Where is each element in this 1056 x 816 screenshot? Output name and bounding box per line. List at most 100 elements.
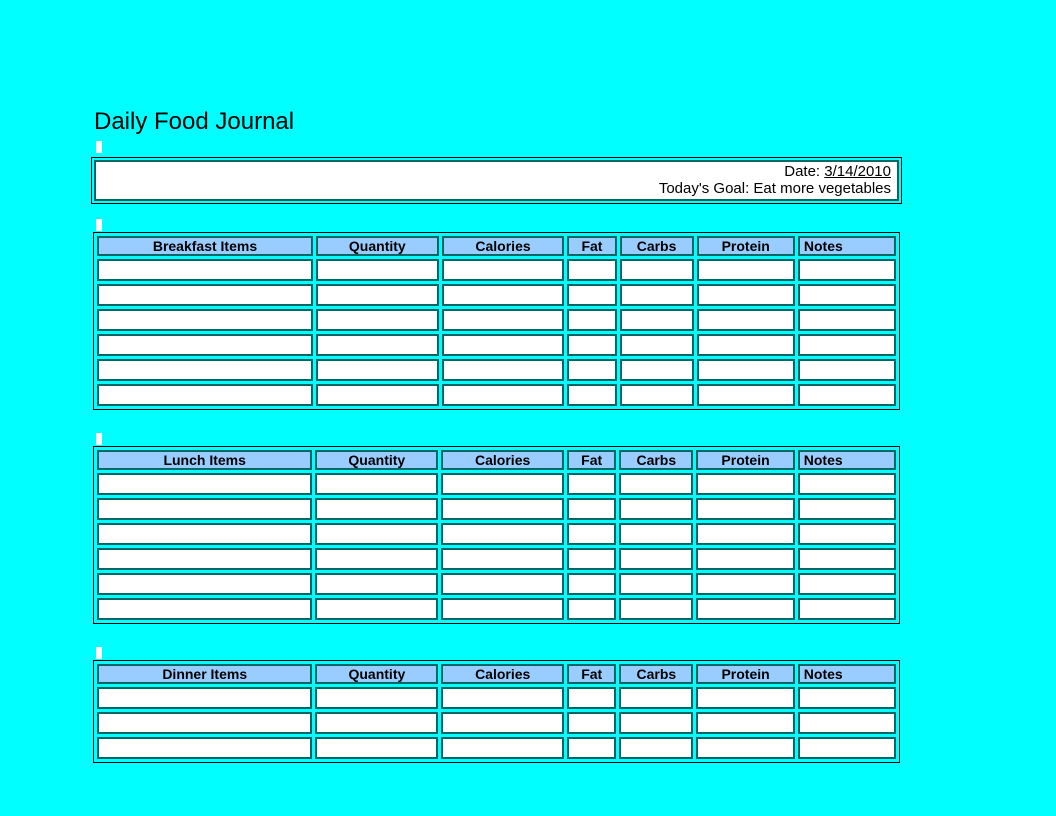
table-cell[interactable] (798, 384, 896, 406)
table-cell[interactable] (697, 259, 795, 281)
table-cell[interactable] (441, 523, 564, 545)
table-cell[interactable] (315, 737, 438, 759)
table-cell[interactable] (798, 473, 896, 495)
table-cell[interactable] (316, 284, 439, 306)
table-cell[interactable] (619, 712, 693, 734)
table-cell[interactable] (442, 284, 565, 306)
table-cell[interactable] (567, 737, 616, 759)
table-cell[interactable] (620, 384, 694, 406)
table-cell[interactable] (441, 498, 564, 520)
table-cell[interactable] (441, 737, 564, 759)
table-cell[interactable] (798, 712, 896, 734)
table-cell[interactable] (315, 712, 438, 734)
table-cell[interactable] (620, 309, 694, 331)
table-cell[interactable] (619, 573, 693, 595)
table-cell[interactable] (567, 473, 616, 495)
table-cell[interactable] (696, 523, 794, 545)
table-cell[interactable] (798, 687, 896, 709)
table-cell[interactable] (441, 573, 564, 595)
table-cell[interactable] (567, 334, 616, 356)
table-cell[interactable] (97, 712, 312, 734)
table-cell[interactable] (441, 598, 564, 620)
table-cell[interactable] (798, 598, 896, 620)
table-cell[interactable] (697, 284, 795, 306)
table-cell[interactable] (697, 334, 795, 356)
table-cell[interactable] (441, 548, 564, 570)
table-cell[interactable] (97, 523, 312, 545)
table-cell[interactable] (442, 309, 565, 331)
table-cell[interactable] (620, 359, 694, 381)
table-cell[interactable] (316, 334, 439, 356)
table-cell[interactable] (567, 548, 616, 570)
table-cell[interactable] (442, 334, 565, 356)
table-cell[interactable] (798, 309, 896, 331)
table-cell[interactable] (97, 598, 312, 620)
table-cell[interactable] (315, 687, 438, 709)
table-cell[interactable] (97, 309, 313, 331)
table-cell[interactable] (316, 309, 439, 331)
table-cell[interactable] (619, 548, 693, 570)
table-cell[interactable] (97, 687, 312, 709)
table-cell[interactable] (620, 259, 694, 281)
table-cell[interactable] (567, 359, 616, 381)
table-cell[interactable] (441, 473, 564, 495)
table-cell[interactable] (697, 359, 795, 381)
table-cell[interactable] (441, 687, 564, 709)
table-cell[interactable] (97, 498, 312, 520)
table-cell[interactable] (696, 473, 794, 495)
table-cell[interactable] (619, 598, 693, 620)
table-cell[interactable] (97, 548, 312, 570)
table-cell[interactable] (442, 359, 565, 381)
table-cell[interactable] (696, 573, 794, 595)
table-cell[interactable] (567, 284, 616, 306)
table-cell[interactable] (567, 259, 616, 281)
table-cell[interactable] (315, 598, 438, 620)
table-cell[interactable] (798, 498, 896, 520)
table-cell[interactable] (567, 309, 616, 331)
table-cell[interactable] (619, 737, 693, 759)
table-cell[interactable] (315, 573, 438, 595)
table-cell[interactable] (798, 573, 896, 595)
table-cell[interactable] (567, 523, 616, 545)
table-cell[interactable] (97, 259, 313, 281)
table-cell[interactable] (619, 523, 693, 545)
table-cell[interactable] (567, 712, 616, 734)
table-cell[interactable] (315, 473, 438, 495)
table-cell[interactable] (798, 284, 896, 306)
table-cell[interactable] (697, 309, 795, 331)
table-cell[interactable] (315, 548, 438, 570)
table-cell[interactable] (696, 498, 794, 520)
table-cell[interactable] (97, 573, 312, 595)
table-cell[interactable] (696, 548, 794, 570)
table-cell[interactable] (798, 359, 896, 381)
table-cell[interactable] (696, 712, 794, 734)
table-cell[interactable] (798, 259, 896, 281)
table-cell[interactable] (442, 384, 565, 406)
table-cell[interactable] (619, 687, 693, 709)
table-cell[interactable] (97, 737, 312, 759)
table-cell[interactable] (441, 712, 564, 734)
table-cell[interactable] (798, 548, 896, 570)
table-cell[interactable] (315, 498, 438, 520)
table-cell[interactable] (97, 473, 312, 495)
table-cell[interactable] (798, 334, 896, 356)
table-cell[interactable] (316, 384, 439, 406)
table-cell[interactable] (619, 498, 693, 520)
table-cell[interactable] (316, 359, 439, 381)
table-cell[interactable] (567, 384, 616, 406)
table-cell[interactable] (567, 498, 616, 520)
table-cell[interactable] (567, 598, 616, 620)
table-cell[interactable] (315, 523, 438, 545)
table-cell[interactable] (696, 737, 794, 759)
table-cell[interactable] (97, 334, 313, 356)
table-cell[interactable] (97, 284, 313, 306)
table-cell[interactable] (620, 334, 694, 356)
table-cell[interactable] (567, 687, 616, 709)
table-cell[interactable] (567, 573, 616, 595)
table-cell[interactable] (316, 259, 439, 281)
table-cell[interactable] (696, 687, 794, 709)
table-cell[interactable] (798, 737, 896, 759)
table-cell[interactable] (798, 523, 896, 545)
table-cell[interactable] (620, 284, 694, 306)
table-cell[interactable] (97, 359, 313, 381)
